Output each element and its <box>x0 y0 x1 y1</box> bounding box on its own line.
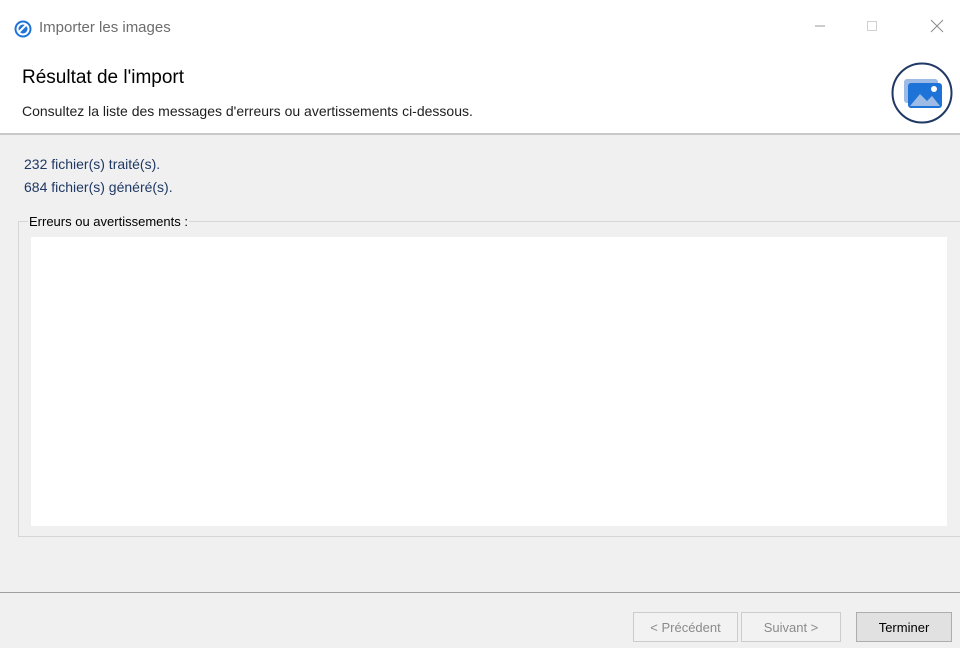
window-title: Importer les images <box>39 19 171 36</box>
processed-count: 232 fichier(s) traité(s). <box>24 156 161 172</box>
finish-button[interactable]: Terminer <box>856 612 952 642</box>
wizard-footer: < Précédent Suivant > Terminer <box>0 593 960 648</box>
errors-label: Erreurs ou avertissements : <box>28 214 189 229</box>
wizard-header: Résultat de l'import Consultez la liste … <box>0 56 960 134</box>
wizard-body: 232 fichier(s) traité(s). 684 fichier(s)… <box>0 135 960 592</box>
maximize-button[interactable] <box>852 12 892 44</box>
errors-list[interactable] <box>31 237 947 526</box>
minimize-button[interactable] <box>800 12 840 44</box>
page-title: Résultat de l'import <box>22 67 185 88</box>
image-icon <box>891 62 953 124</box>
app-logo-icon <box>14 20 32 38</box>
generated-count: 684 fichier(s) généré(s). <box>24 179 173 195</box>
next-button[interactable]: Suivant > <box>741 612 841 642</box>
previous-button[interactable]: < Précédent <box>633 612 738 642</box>
page-subtitle: Consultez la liste des messages d'erreur… <box>22 103 473 119</box>
errors-group: Erreurs ou avertissements : <box>18 214 960 537</box>
minimize-icon <box>814 19 826 37</box>
title-bar: Importer les images <box>0 0 960 56</box>
close-button[interactable] <box>917 12 957 44</box>
close-icon <box>930 19 944 38</box>
maximize-icon <box>866 19 878 37</box>
